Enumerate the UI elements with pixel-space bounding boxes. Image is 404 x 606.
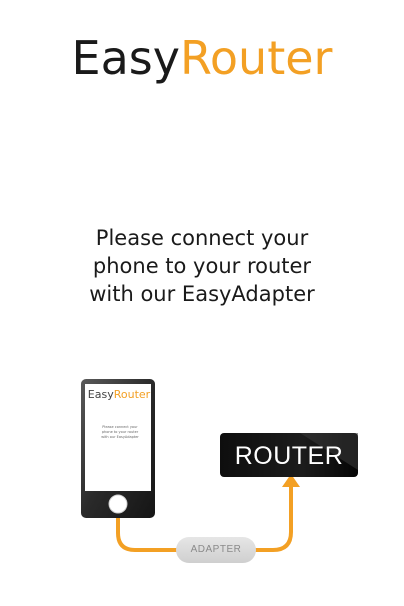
router-label: ROUTER: [234, 442, 344, 470]
instruction-text: Please connect your phone to your router…: [0, 224, 404, 308]
home-button-icon: [108, 494, 128, 514]
phone-text-line-3: with our EasyAdapter: [101, 435, 139, 439]
adapter-cable-right: [254, 483, 293, 552]
phone-logo-easy-text: Easy: [87, 388, 114, 401]
instruction-line-3: with our EasyAdapter: [89, 282, 315, 306]
logo-easy-text: Easy: [71, 31, 180, 85]
instruction-line-2: phone to your router: [92, 254, 312, 278]
logo-router-text: Router: [180, 31, 333, 85]
instruction-line-1: Please connect your: [95, 226, 309, 250]
connection-illustration: [0, 370, 404, 606]
adapter-label: ADAPTER: [190, 544, 242, 555]
phone-screen-text: Please connect your phone to your router…: [90, 425, 150, 440]
app-logo: EasyRouter: [0, 30, 404, 86]
phone-logo-router-text: Router: [113, 388, 151, 401]
adapter-cable-left: [116, 514, 180, 552]
phone-screen-logo: EasyRouter: [86, 388, 152, 402]
